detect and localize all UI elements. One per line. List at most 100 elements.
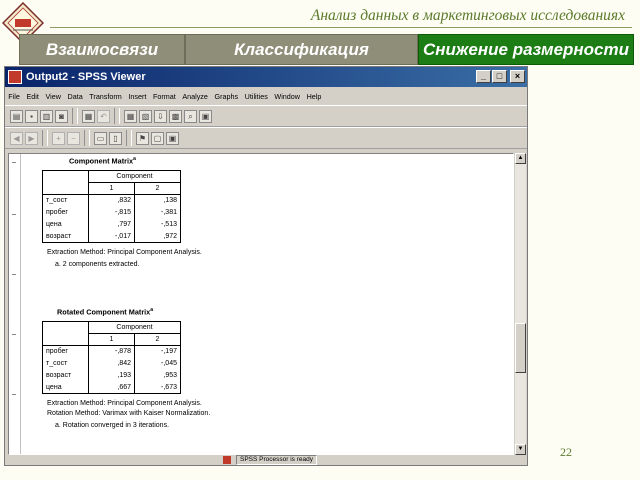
table-cell: ,193 (88, 369, 135, 382)
component-matrix-table: Component 1 2 т_сост ,832 ,138 пробег -,… (42, 170, 181, 243)
menu-edit[interactable]: Edit (23, 92, 42, 101)
table-title-text: Component Matrix (69, 156, 134, 166)
status-text: SPSS Processor is ready (236, 454, 317, 465)
page-number: 22 (560, 445, 572, 459)
close-button[interactable]: × (510, 70, 525, 83)
table-cell: ,972 (134, 230, 181, 243)
table-cell: ,832 (88, 194, 135, 207)
row-label: т_сост (42, 357, 89, 370)
table-cell: ,953 (134, 369, 181, 382)
table-row: возраст ,193 ,953 (42, 369, 181, 382)
open-icon[interactable]: ▤ (10, 109, 23, 123)
footnote: Rotation Method: Varimax with Kaiser Nor… (47, 410, 211, 417)
window-title: Output2 - SPSS Viewer (26, 71, 146, 83)
footnote: a. Rotation converged in 3 iterations. (55, 422, 170, 429)
collapse-icon[interactable]: − (67, 131, 80, 145)
spss-app-icon (8, 70, 22, 84)
recall-dialog-icon[interactable]: ▧ (139, 109, 152, 123)
table-row: т_сост ,832 ,138 (42, 194, 181, 207)
menu-format[interactable]: Format (150, 92, 179, 101)
save-icon[interactable]: ▪ (25, 109, 38, 123)
find-icon[interactable]: ⌕ (184, 109, 197, 123)
rotated-component-matrix-table: Component 1 2 пробег -,878 -,197 т_сост … (42, 321, 181, 394)
row-label: цена (42, 381, 89, 394)
show-icon[interactable]: ▭ (94, 131, 107, 145)
footnote: Extraction Method: Principal Component A… (47, 249, 202, 256)
output-pane[interactable]: Component Matrixa Component 1 2 т_сост ,… (8, 153, 514, 455)
nav-tab-relationships[interactable]: Взаимосвязи (19, 34, 185, 65)
table-cell: -,381 (134, 206, 181, 219)
row-label: возраст (42, 369, 89, 382)
table-cell: ,667 (88, 381, 135, 394)
table-row: т_сост ,842 -,045 (42, 357, 181, 370)
table-cell: ,797 (88, 218, 135, 231)
menu-transform[interactable]: Transform (86, 92, 125, 101)
window-titlebar[interactable]: Output2 - SPSS Viewer _ □ × (5, 67, 527, 87)
vertical-scrollbar[interactable]: ▲ ▼ (515, 153, 526, 455)
outline-toolbar: ◀ ▶ + − ▭ ▯ ⚑ ▢ ▣ (5, 127, 527, 149)
table-cell: -,815 (88, 206, 135, 219)
insert-cases-icon[interactable]: ▣ (199, 109, 212, 123)
undo-icon[interactable]: ↶ (97, 109, 110, 123)
processor-status-icon (223, 455, 231, 464)
footnote: a. 2 components extracted. (55, 261, 140, 268)
menu-data[interactable]: Data (64, 92, 86, 101)
expand-icon[interactable]: + (52, 131, 65, 145)
menu-graphs[interactable]: Graphs (211, 92, 241, 101)
row-label: возраст (42, 230, 89, 243)
table-title-superscript: a (150, 307, 154, 313)
demote-icon[interactable]: ▣ (166, 131, 179, 145)
column-header: 2 (134, 182, 181, 195)
table-row: цена ,797 -,513 (42, 218, 181, 231)
menu-insert[interactable]: Insert (125, 92, 150, 101)
variables-icon[interactable]: ▩ (169, 109, 182, 123)
menu-view[interactable]: View (42, 92, 64, 101)
row-label: т_сост (42, 194, 89, 207)
goto-data-icon[interactable]: ▦ (124, 109, 137, 123)
table-row: пробег -,815 -,381 (42, 206, 181, 219)
table-title-superscript: a (133, 156, 136, 162)
table-cell: -,017 (88, 230, 135, 243)
menu-utilities[interactable]: Utilities (241, 92, 271, 101)
hide-icon[interactable]: ▯ (109, 131, 122, 145)
nav-tab-dimension-reduction[interactable]: Снижение размерности (418, 34, 634, 65)
menu-help[interactable]: Help (303, 92, 324, 101)
table-cell: -,878 (88, 345, 135, 358)
menu-window[interactable]: Window (271, 92, 303, 101)
menu-file[interactable]: File (5, 92, 23, 101)
print-icon[interactable]: ▥ (40, 109, 53, 123)
table-title: Rotated Component Matrixa (57, 307, 153, 316)
column-header: 2 (134, 333, 181, 346)
goto-case-icon[interactable]: ⇩ (154, 109, 167, 123)
spss-viewer-window: Output2 - SPSS Viewer _ □ × File Edit Vi… (4, 66, 528, 466)
table-header: Component (88, 321, 181, 334)
back-icon[interactable]: ◀ (10, 131, 23, 145)
export-icon[interactable]: ▦ (82, 109, 95, 123)
minimize-button[interactable]: _ (476, 70, 491, 83)
scroll-up-icon[interactable]: ▲ (515, 153, 526, 164)
column-header: 1 (88, 333, 135, 346)
row-label: пробег (42, 345, 89, 358)
table-row: возраст -,017 ,972 (42, 230, 181, 243)
nav-tab-classification[interactable]: Классификация (185, 34, 418, 65)
slide-title: Анализ данных в маркетинговых исследован… (310, 7, 625, 24)
footnote: Extraction Method: Principal Component A… (47, 400, 202, 407)
row-label: цена (42, 218, 89, 231)
table-row: пробег -,878 -,197 (42, 345, 181, 358)
title-divider (50, 27, 632, 28)
designate-window-icon[interactable]: ⚑ (136, 131, 149, 145)
table-cell: -,197 (134, 345, 181, 358)
menu-analyze[interactable]: Analyze (179, 92, 211, 101)
print-preview-icon[interactable]: ◙ (55, 109, 68, 123)
table-cell: -,673 (134, 381, 181, 394)
status-bar: SPSS Processor is ready (223, 454, 527, 465)
table-row: цена ,667 -,673 (42, 381, 181, 394)
forward-icon[interactable]: ▶ (25, 131, 38, 145)
promote-icon[interactable]: ▢ (151, 131, 164, 145)
maximize-button[interactable]: □ (492, 70, 507, 83)
table-cell: ,138 (134, 194, 181, 207)
outline-pane[interactable] (9, 154, 21, 454)
table-cell: -,513 (134, 218, 181, 231)
column-header: 1 (88, 182, 135, 195)
scroll-thumb[interactable] (515, 323, 526, 373)
